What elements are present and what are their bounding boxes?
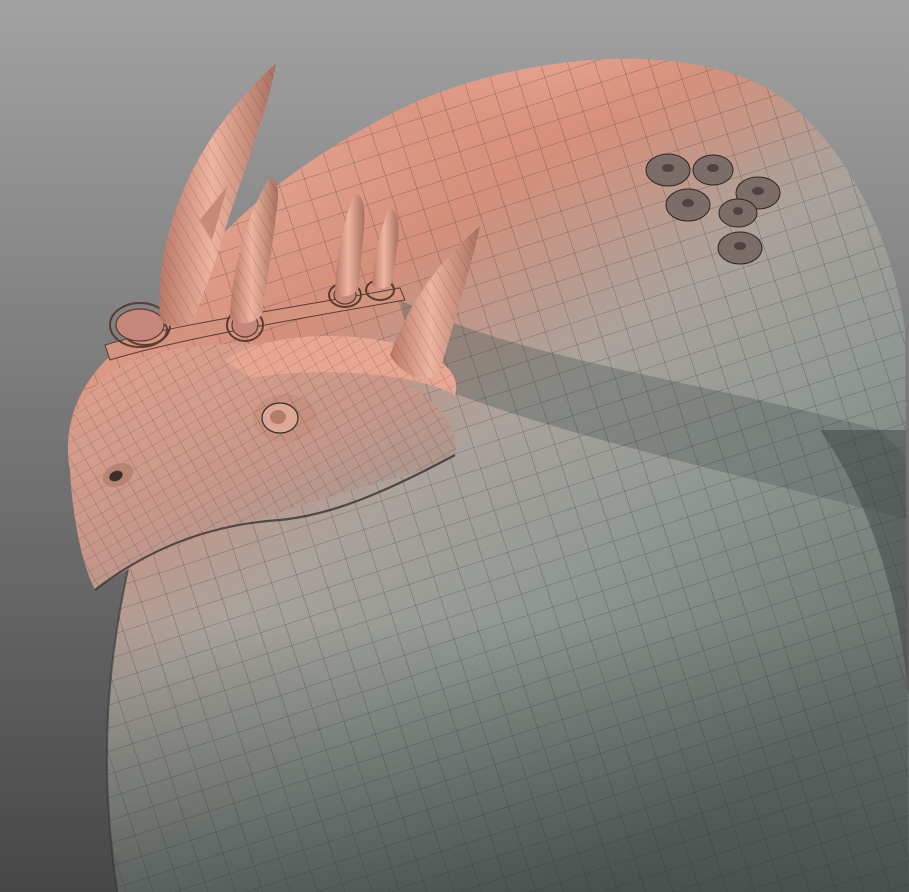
creature-render xyxy=(0,0,909,892)
render-viewport xyxy=(0,0,909,892)
eye-icon xyxy=(253,394,317,442)
